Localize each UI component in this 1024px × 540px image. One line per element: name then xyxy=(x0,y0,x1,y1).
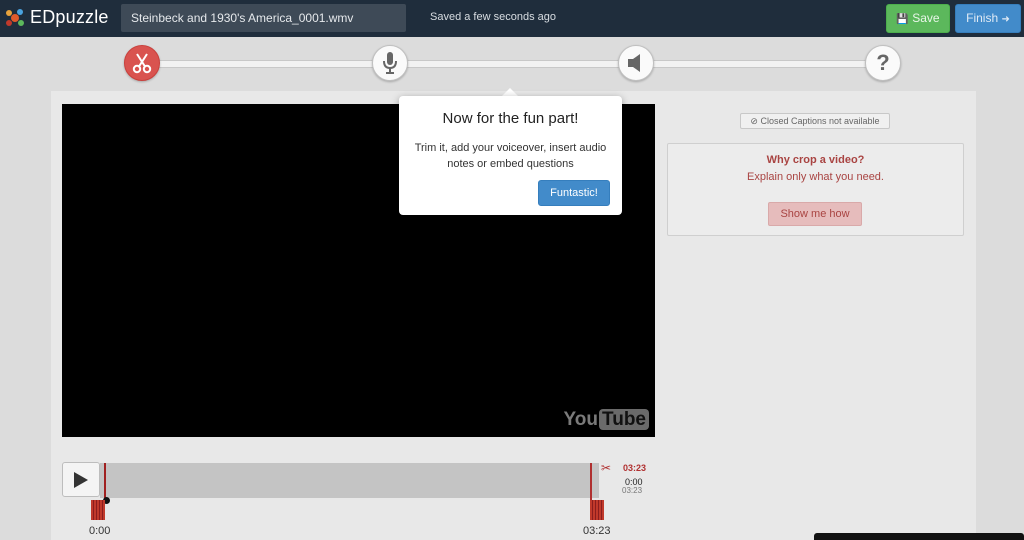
step-voiceover[interactable] xyxy=(372,45,408,81)
question-icon: ? xyxy=(876,50,890,75)
step-crop[interactable] xyxy=(124,45,160,81)
crop-tip-title: Why crop a video? xyxy=(766,154,865,166)
popover-body: Trim it, add your voiceover, insert audi… xyxy=(414,142,607,170)
crop-end-line xyxy=(590,463,592,500)
crop-tip-subtitle: Explain only what you need. xyxy=(747,171,884,183)
speaker-icon xyxy=(628,54,640,72)
closed-captions-status: Closed Captions not available xyxy=(760,116,880,126)
exit-icon: ➜ xyxy=(1001,14,1010,25)
step-progress-line xyxy=(140,60,885,68)
edpuzzle-logo-icon xyxy=(6,9,24,26)
cut-scissors-icon[interactable]: ✂ xyxy=(601,461,611,475)
save-button[interactable]: 💾 Save xyxy=(886,4,950,33)
save-status: Saved a few seconds ago xyxy=(430,11,556,23)
floppy-disk-icon: 💾 xyxy=(896,14,909,25)
closed-captions-badge: ⊘ Closed Captions not available xyxy=(740,113,890,129)
video-title-input[interactable]: Steinbeck and 1930's America_0001.wmv xyxy=(121,4,406,32)
onboarding-popover: Now for the fun part! Trim it, add your … xyxy=(399,96,622,215)
timeline-track[interactable] xyxy=(100,463,599,498)
youtube-watermark-right: Tube xyxy=(599,409,649,430)
crop-start-time: 0:00 xyxy=(89,525,111,537)
scissors-icon xyxy=(132,53,152,74)
playhead-marker[interactable] xyxy=(104,463,106,500)
microphone-icon xyxy=(383,52,397,74)
show-me-how-button[interactable]: Show me how xyxy=(768,202,862,226)
play-button[interactable] xyxy=(62,462,100,497)
top-bar: EDpuzzle Steinbeck and 1930's America_00… xyxy=(0,0,1024,37)
crop-start-handle[interactable] xyxy=(91,500,105,520)
finish-button[interactable]: Finish ➜ xyxy=(955,4,1021,33)
finish-button-label: Finish xyxy=(966,11,999,25)
save-button-label: Save xyxy=(912,11,940,25)
youtube-watermark: You Tube xyxy=(564,409,649,431)
crop-end-readout: 03:23 xyxy=(623,463,647,473)
youtube-watermark-left: You xyxy=(563,409,599,430)
crop-tip-box: Why crop a video? Explain only what you … xyxy=(667,143,964,236)
blocked-icon: ⊘ xyxy=(750,116,758,126)
crop-end-time: 03:23 xyxy=(583,525,611,537)
step-audio-notes[interactable] xyxy=(618,45,654,81)
play-icon xyxy=(74,471,88,488)
step-questions[interactable]: ? xyxy=(865,45,901,81)
funtastic-button[interactable]: Funtastic! xyxy=(538,180,610,206)
brand-name: EDpuzzle xyxy=(30,7,109,27)
crop-end-handle[interactable] xyxy=(590,500,604,520)
popover-title: Now for the fun part! xyxy=(442,110,579,127)
bottom-overlay-bar xyxy=(814,533,1024,540)
video-duration: 03:23 xyxy=(622,486,643,495)
